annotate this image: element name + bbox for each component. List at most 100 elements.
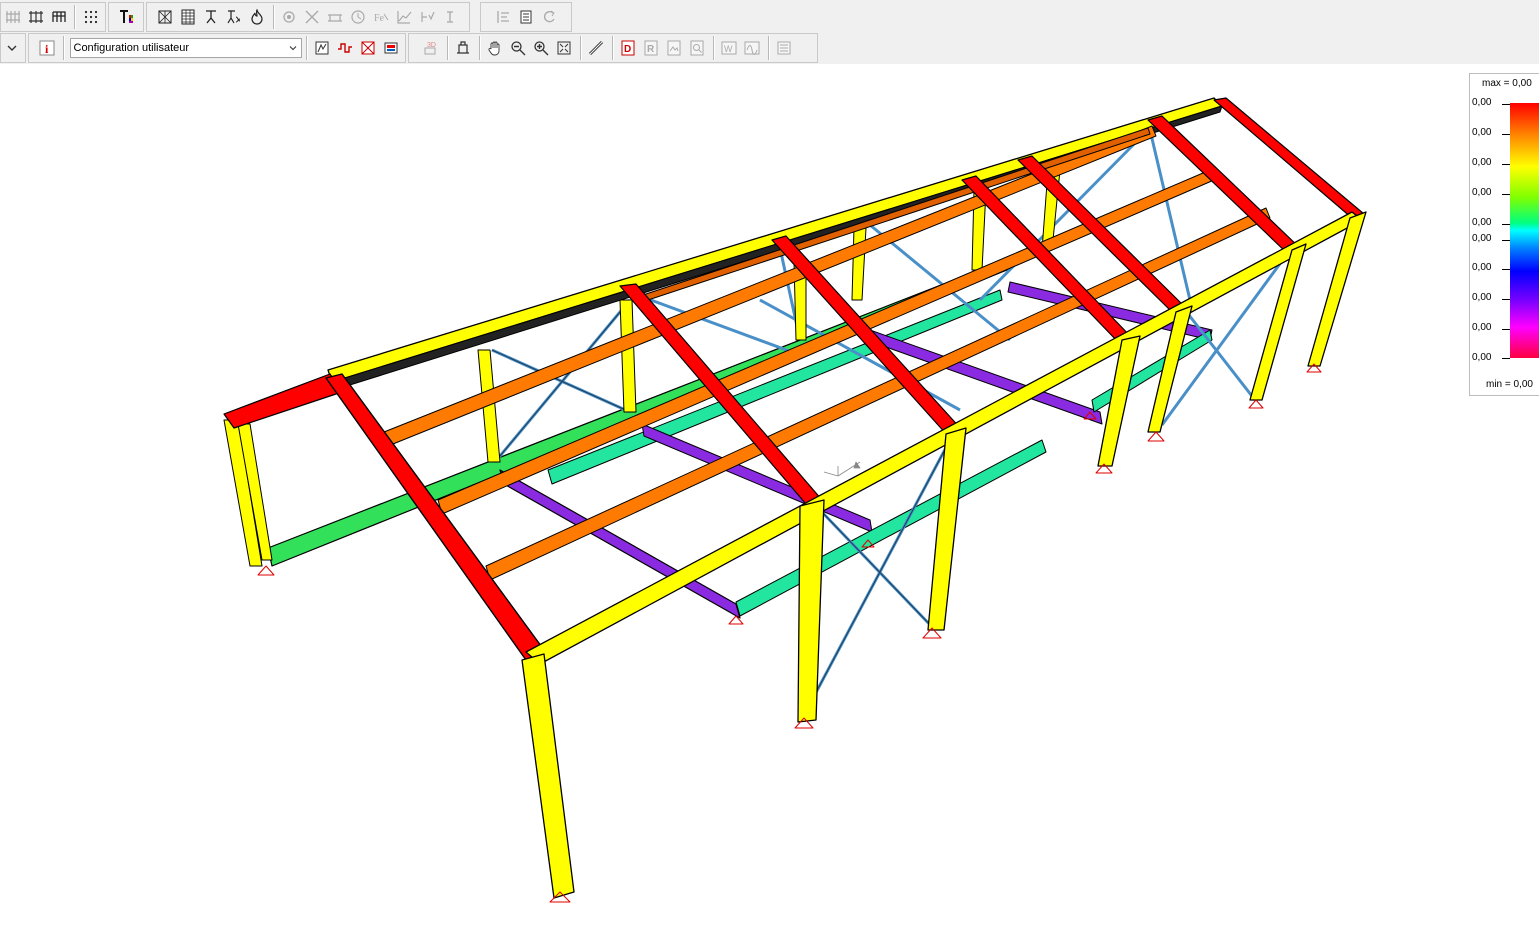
legend-tick: 0,00 [1472, 352, 1492, 363]
legend-pin [1502, 134, 1510, 135]
node-settings-icon[interactable] [279, 7, 299, 27]
legend-pin [1502, 269, 1510, 270]
doc-image-icon[interactable] [664, 38, 684, 58]
axis-gizmo [823, 461, 861, 477]
refresh-icon[interactable] [539, 7, 559, 27]
section-view-icon[interactable] [155, 7, 175, 27]
legend-tick: 0,00 [1472, 127, 1492, 138]
doc-d-icon[interactable]: D [618, 38, 638, 58]
legend-tick: 0,00 [1472, 262, 1492, 273]
check-icon[interactable] [417, 7, 437, 27]
svg-text:D: D [624, 44, 631, 55]
legend-tick: 0,00 [1472, 187, 1492, 198]
separator [478, 36, 480, 60]
wave-icon[interactable] [335, 38, 355, 58]
wave-window-icon[interactable] [742, 38, 762, 58]
legend-pin [1502, 329, 1510, 330]
color-scale-legend: max = 0,00 0,00 0,00 0,00 0,00 0,00 0,00… [1469, 73, 1539, 396]
legend-pin [1502, 299, 1510, 300]
toolbar-area: Fe i Configuration utilisateur 3D D R W [0, 0, 1539, 64]
cross-section-icon[interactable] [358, 38, 378, 58]
legend-color-bar [1510, 103, 1539, 358]
measure-icon[interactable] [586, 38, 606, 58]
toolbar-row2-group1: i Configuration utilisateur [28, 33, 406, 63]
doc-r-icon[interactable]: R [641, 38, 661, 58]
purlin [485, 207, 1271, 581]
grid-table-icon[interactable] [49, 7, 69, 27]
toolbar-row1-group4 [480, 2, 572, 32]
structure-3d-view[interactable] [0, 64, 1539, 923]
separator [712, 36, 714, 60]
fire-icon[interactable] [247, 7, 267, 27]
chevron-down-icon[interactable] [285, 39, 301, 57]
legend-pin [1502, 194, 1510, 195]
legend-tick: 0,00 [1472, 157, 1492, 168]
support-load-icon[interactable] [224, 7, 244, 27]
column-back [851, 227, 867, 301]
column-front [797, 499, 825, 723]
support-icon[interactable] [201, 7, 221, 27]
separator [62, 36, 64, 60]
svg-text:R: R [647, 44, 655, 55]
formula-icon[interactable]: Fe [371, 7, 391, 27]
legend-pin [1502, 104, 1510, 105]
separator [611, 36, 613, 60]
graph-icon[interactable] [394, 7, 414, 27]
toolbar-row1-group3: Fe [146, 2, 470, 32]
align-icon[interactable] [493, 7, 513, 27]
dots-grid-icon[interactable] [81, 7, 101, 27]
configuration-value: Configuration utilisateur [73, 42, 190, 54]
model-viewport[interactable] [0, 64, 1539, 923]
zoom-extent-icon[interactable] [554, 38, 574, 58]
display-options-icon[interactable] [312, 38, 332, 58]
svg-text:W: W [724, 44, 733, 54]
separator [74, 5, 75, 29]
rafter-gable [223, 373, 343, 429]
supports-group [257, 363, 1322, 903]
doc-search-icon[interactable] [687, 38, 707, 58]
w-window-icon[interactable]: W [719, 38, 739, 58]
frame-icon[interactable] [381, 38, 401, 58]
bracket-icon[interactable] [440, 7, 460, 27]
report-icon[interactable] [516, 7, 536, 27]
configuration-dropdown[interactable]: Configuration utilisateur [69, 38, 302, 58]
separator [767, 36, 769, 60]
legend-tick: 0,00 [1472, 97, 1492, 108]
zoom-out-icon[interactable] [508, 38, 528, 58]
chevron-down-icon[interactable] [3, 38, 21, 58]
legend-tick: 0,00 [1472, 322, 1492, 333]
separator [446, 36, 448, 60]
legend-min: min = 0,00 [1486, 379, 1533, 390]
legend-pin [1502, 164, 1510, 165]
legend-pin [1502, 224, 1510, 225]
view-orientation-icon[interactable] [453, 38, 473, 58]
3d-render-icon[interactable]: 3D [421, 38, 441, 58]
pan-hand-icon[interactable] [485, 38, 505, 58]
legend-tick: 0,00 [1472, 233, 1492, 244]
table-icon[interactable] [178, 7, 198, 27]
info-icon[interactable]: i [37, 38, 57, 58]
grid-columns-icon[interactable] [26, 7, 46, 27]
legend-max: max = 0,00 [1482, 78, 1532, 89]
legend-pin [1502, 358, 1510, 359]
separator [272, 5, 274, 29]
clock-icon[interactable] [348, 7, 368, 27]
layers-icon[interactable] [774, 38, 794, 58]
color-text-icon[interactable] [117, 7, 137, 27]
zoom-in-icon[interactable] [531, 38, 551, 58]
column-front [927, 427, 967, 631]
toolbar-row2-group2: 3D D R W [408, 33, 818, 63]
legend-pin [1502, 240, 1510, 241]
column-front [521, 653, 575, 899]
grid-frame-icon[interactable] [3, 7, 23, 27]
legend-tick: 0,00 [1472, 292, 1492, 303]
beam-icon[interactable] [325, 7, 345, 27]
toolbar-row1-group2 [108, 2, 144, 32]
legend-tick: 0,00 [1472, 217, 1492, 228]
separator [579, 36, 581, 60]
separator [305, 36, 307, 60]
toolbar-row2-group0 [0, 33, 26, 63]
cross-icon[interactable] [302, 7, 322, 27]
svg-text:Fe: Fe [374, 13, 385, 24]
column-back [619, 299, 637, 413]
